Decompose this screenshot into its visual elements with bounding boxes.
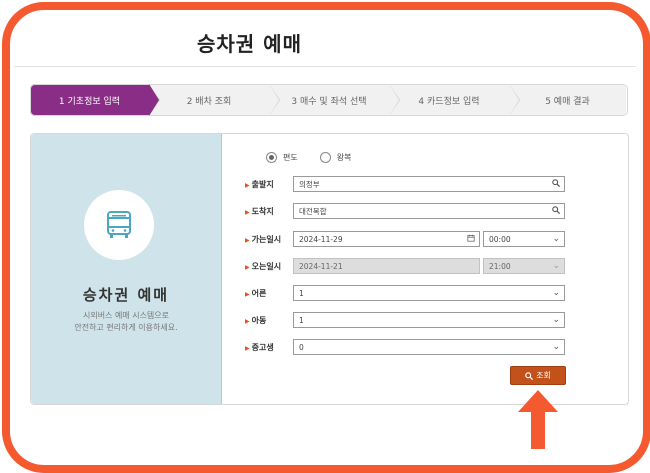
intro-description: 시외버스 예매 시스템으로 안전하고 편리하게 이용하세요. xyxy=(31,310,221,334)
student-count-value: 0 xyxy=(299,342,304,352)
child-count-select[interactable]: 1 ⌄ xyxy=(293,312,565,328)
adult-count-value: 1 xyxy=(299,288,304,298)
page-title: 승차권 예매 xyxy=(197,32,302,56)
student-row: ▶ 중고생 0 ⌄ xyxy=(245,339,565,355)
go-date-label: ▶ 가는일시 xyxy=(245,234,282,244)
one-way-label: 편도 xyxy=(283,153,298,162)
chevron-down-icon: ⌄ xyxy=(552,234,560,244)
go-date-row: ▶ 가는일시 2024-11-29 00:00 ⌄ xyxy=(245,231,565,247)
radio-dot-icon xyxy=(319,152,331,163)
return-time-value: 21:00 xyxy=(489,261,511,271)
return-date-row: ▶ 오는일시 2024-11-21 21:00 ⌄ xyxy=(245,258,565,274)
adult-label: ▶ 어른 xyxy=(245,288,267,298)
step-3: 3 매수 및 좌석 선택 xyxy=(269,84,400,116)
bullet-icon: ▶ xyxy=(245,263,250,271)
bullet-icon: ▶ xyxy=(245,344,250,352)
step-label: 5 예매 결과 xyxy=(545,96,590,107)
return-time-select: 21:00 ⌄ xyxy=(483,258,565,274)
departure-label: ▶ 출발지 xyxy=(245,179,274,189)
departure-row: ▶ 출발지 의정부 xyxy=(245,176,565,192)
step-2: 2 배차 조회 xyxy=(149,84,280,116)
child-count-value: 1 xyxy=(299,315,304,325)
bullet-icon: ▶ xyxy=(245,290,250,298)
child-row: ▶ 아동 1 ⌄ xyxy=(245,312,565,328)
return-date-input: 2024-11-21 xyxy=(293,258,480,274)
chevron-down-icon: ⌄ xyxy=(552,342,560,352)
go-time-value: 00:00 xyxy=(489,234,511,244)
step-5: 5 예매 결과 xyxy=(509,84,626,116)
bullet-icon: ▶ xyxy=(245,208,250,216)
step-4: 4 카드정보 입력 xyxy=(389,84,520,116)
step-label: 3 매수 및 좌석 선택 xyxy=(291,96,367,107)
step-label: 1 기초정보 입력 xyxy=(58,96,121,107)
adult-row: ▶ 어른 1 ⌄ xyxy=(245,285,565,301)
go-date-input[interactable]: 2024-11-29 xyxy=(293,231,480,247)
bus-icon-circle xyxy=(84,190,154,260)
step-label: 4 카드정보 입력 xyxy=(418,96,480,107)
go-date-value: 2024-11-29 xyxy=(299,234,343,244)
step-label: 2 배차 조회 xyxy=(186,96,232,107)
student-count-select[interactable]: 0 ⌄ xyxy=(293,339,565,355)
student-label: ▶ 중고생 xyxy=(245,342,274,352)
bullet-icon: ▶ xyxy=(245,236,250,244)
intro-desc-line: 시외버스 예매 시스템으로 xyxy=(82,311,170,320)
step-progress: 1 기초정보 입력 2 배차 조회 3 매수 및 좌석 선택 4 카드정보 입력… xyxy=(30,84,628,116)
departure-value: 의정부 xyxy=(299,179,320,189)
title-divider xyxy=(14,66,636,67)
round-trip-label: 왕복 xyxy=(336,153,352,162)
return-date-value: 2024-11-21 xyxy=(299,261,343,271)
arrival-row: ▶ 도착지 대전복합 xyxy=(245,203,565,219)
step-1: 1 기초정보 입력 xyxy=(30,84,160,116)
arrival-label: ▶ 도착지 xyxy=(245,206,274,216)
chevron-down-icon: ⌄ xyxy=(552,288,560,298)
radio-dot-icon xyxy=(266,152,277,163)
chevron-down-icon: ⌄ xyxy=(552,315,560,325)
bus-icon xyxy=(107,211,131,238)
pointer-arrow-icon xyxy=(518,390,558,449)
departure-input[interactable]: 의정부 xyxy=(293,176,565,192)
chevron-down-icon: ⌄ xyxy=(552,261,560,271)
bullet-icon: ▶ xyxy=(245,181,250,189)
search-icon xyxy=(525,371,534,380)
go-time-select[interactable]: 00:00 ⌄ xyxy=(483,231,565,247)
bullet-icon: ▶ xyxy=(245,317,250,325)
trip-type-radio-group: 편도 왕복 xyxy=(266,152,373,163)
intro-title: 승차권 예매 xyxy=(82,286,170,304)
return-date-label: ▶ 오는일시 xyxy=(245,261,282,271)
arrival-value: 대전복합 xyxy=(299,206,327,216)
one-way-radio[interactable]: 편도 xyxy=(266,152,298,163)
search-button-label: 조회 xyxy=(536,371,551,380)
intro-panel: 승차권 예매 시외버스 예매 시스템으로 안전하고 편리하게 이용하세요. xyxy=(31,134,222,404)
intro-desc-line: 안전하고 편리하게 이용하세요. xyxy=(74,323,178,332)
child-label: ▶ 아동 xyxy=(245,315,267,325)
calendar-icon[interactable] xyxy=(467,234,475,245)
search-icon[interactable] xyxy=(552,179,561,190)
arrival-input[interactable]: 대전복합 xyxy=(293,203,565,219)
search-button[interactable]: 조회 xyxy=(510,366,566,385)
search-icon[interactable] xyxy=(552,206,561,217)
adult-count-select[interactable]: 1 ⌄ xyxy=(293,285,565,301)
round-trip-radio[interactable]: 왕복 xyxy=(319,152,352,163)
